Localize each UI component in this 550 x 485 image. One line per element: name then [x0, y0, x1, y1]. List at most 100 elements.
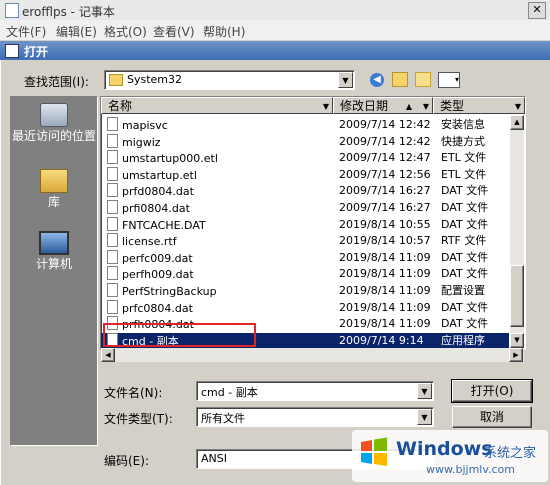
column-dropdown-icon[interactable]: ▼: [423, 98, 429, 115]
file-type: ETL 文件: [441, 167, 487, 181]
file-name-text: FNTCACHE.DAT: [122, 218, 206, 232]
file-type: 配置设置: [441, 284, 485, 297]
recent-places-icon: [40, 103, 68, 127]
file-row[interactable]: FNTCACHE.DAT 2019/8/14 10:55 DAT 文件: [101, 216, 509, 234]
dialog-titlebar: 打开: [0, 41, 550, 60]
dialog-icon: [5, 44, 19, 58]
file-type: 安装信息: [441, 118, 485, 131]
folder-icon: [109, 74, 123, 86]
view-menu-icon[interactable]: ▾: [438, 72, 460, 88]
menu-format[interactable]: 格式(O): [104, 23, 147, 40]
file-name: umstartup000.etl: [107, 150, 218, 167]
file-name: umstartup.etl: [107, 166, 197, 184]
column-header-date[interactable]: 修改日期 ▲ ▼: [333, 97, 433, 114]
file-date: 2019/8/14 10:55: [339, 217, 431, 231]
file-row[interactable]: perfc009.dat 2019/8/14 11:09 DAT 文件: [101, 249, 509, 267]
file-row[interactable]: prfi0804.dat 2009/7/14 16:27 DAT 文件: [101, 200, 509, 217]
up-folder-icon[interactable]: [392, 72, 408, 87]
filename-label: 文件名(N):: [104, 386, 163, 400]
file-date: 2009/7/14 12:47: [339, 151, 431, 165]
scroll-up-icon[interactable]: ▲: [510, 115, 524, 130]
file-date: 2009/7/14 12:42: [339, 118, 431, 131]
file-icon: [107, 200, 118, 214]
file-name-text: prfc0804.dat: [122, 301, 193, 315]
place-recent[interactable]: 最近访问的位置: [11, 103, 97, 143]
file-date: 2019/8/14 11:09: [339, 317, 431, 331]
file-icon: [107, 216, 118, 231]
scroll-thumb[interactable]: [510, 265, 524, 327]
look-in-value: System32: [127, 73, 183, 86]
file-row[interactable]: umstartup000.etl 2009/7/14 12:47 ETL 文件: [101, 150, 509, 167]
menu-file[interactable]: 文件(F): [6, 23, 46, 40]
file-name-text: prfi0804.dat: [122, 202, 190, 215]
watermark-brand: Windows: [396, 438, 493, 460]
column-dropdown-icon[interactable]: ▼: [515, 98, 521, 115]
file-row[interactable]: license.rtf 2019/8/14 10:57 RTF 文件: [101, 233, 509, 250]
file-date: 2009/7/14 16:27: [339, 201, 431, 214]
file-row[interactable]: PerfStringBackup 2019/8/14 11:09 配置设置: [101, 283, 509, 300]
chevron-down-icon[interactable]: ▼: [338, 72, 353, 88]
file-icon: [107, 150, 118, 165]
file-icon: [107, 166, 118, 181]
scroll-down-icon[interactable]: ▼: [510, 333, 524, 348]
file-row[interactable]: perfh009.dat 2019/8/14 11:09 DAT 文件: [101, 266, 509, 283]
file-name-text: license.rtf: [122, 235, 177, 249]
chevron-down-icon[interactable]: ▼: [417, 409, 432, 425]
file-row[interactable]: migwiz 2009/7/14 12:42 快捷方式: [101, 133, 509, 151]
file-name-text: perfc009.dat: [122, 251, 193, 265]
file-icon: [107, 283, 118, 297]
file-name: mapisvc: [107, 117, 168, 134]
dialog-title: 打开: [24, 45, 49, 59]
column-dropdown-icon[interactable]: ▼: [323, 98, 329, 115]
menu-help[interactable]: 帮助(H): [203, 23, 245, 40]
close-icon[interactable]: ✕: [528, 2, 546, 19]
file-type: DAT 文件: [441, 250, 489, 264]
watermark-url: www.bjjmlv.com: [426, 463, 515, 476]
cancel-button[interactable]: 取消: [452, 406, 532, 428]
scroll-left-icon[interactable]: ◀: [101, 348, 115, 362]
filename-input[interactable]: cmd - 副本 ▼: [196, 381, 434, 401]
file-row[interactable]: mapisvc 2009/7/14 12:42 安装信息: [101, 117, 509, 134]
file-date: 2009/7/14 16:27: [339, 184, 431, 198]
chevron-down-icon[interactable]: ▼: [417, 383, 432, 399]
notepad-titlebar: erofflps - 记事本 ✕: [0, 0, 550, 21]
file-date: 2009/7/14 12:56: [339, 167, 431, 181]
file-name: FNTCACHE.DAT: [107, 216, 206, 234]
place-libraries[interactable]: 库: [11, 169, 97, 209]
horizontal-scrollbar[interactable]: ◀ ▶: [101, 348, 524, 362]
file-name: prfi0804.dat: [107, 200, 190, 217]
encoding-value: ANSI: [201, 452, 227, 465]
column-header-name[interactable]: 名称 ▼: [101, 97, 333, 114]
file-icon: [107, 117, 118, 131]
back-icon[interactable]: ◀: [370, 73, 384, 87]
place-computer-label: 计算机: [35, 257, 72, 271]
place-computer[interactable]: 计算机: [11, 231, 97, 271]
file-row[interactable]: prfd0804.dat 2009/7/14 16:27 DAT 文件: [101, 183, 509, 200]
places-bar: 最近访问的位置 库 计算机: [10, 96, 98, 446]
scroll-right-icon[interactable]: ▶: [509, 348, 523, 362]
file-name: prfc0804.dat: [107, 299, 193, 317]
look-in-combo[interactable]: System32 ▼: [104, 70, 355, 90]
file-type: DAT 文件: [441, 300, 489, 314]
file-row[interactable]: prfc0804.dat 2019/8/14 11:09 DAT 文件: [101, 299, 509, 317]
column-header-type[interactable]: 类型 ▼: [433, 97, 525, 114]
file-list[interactable]: 名称 ▼ 修改日期 ▲ ▼ 类型 ▼ mapisvc 2009/7/14 12:4…: [100, 96, 526, 350]
filetype-value: 所有文件: [201, 412, 245, 425]
sort-ascending-icon: ▲: [405, 102, 412, 111]
file-type: DAT 文件: [441, 184, 489, 198]
notepad-menubar: 文件(F) 编辑(E) 格式(O) 查看(V) 帮助(H): [0, 20, 550, 40]
new-folder-icon[interactable]: [415, 72, 431, 87]
filetype-select[interactable]: 所有文件 ▼: [196, 407, 434, 427]
computer-icon: [39, 231, 69, 255]
menu-view[interactable]: 查看(V): [153, 23, 195, 40]
file-date: 2019/8/14 11:09: [339, 284, 431, 297]
vertical-scrollbar[interactable]: ▲ ▼: [510, 115, 524, 349]
file-type: DAT 文件: [441, 217, 489, 231]
column-name-label: 名称: [108, 99, 133, 113]
file-name-text: prfd0804.dat: [122, 185, 194, 199]
file-name-text: perfh009.dat: [122, 268, 194, 282]
open-button-label: 打开(O): [470, 384, 514, 398]
open-button[interactable]: 打开(O): [451, 379, 533, 403]
file-row[interactable]: umstartup.etl 2009/7/14 12:56 ETL 文件: [101, 166, 509, 184]
menu-edit[interactable]: 编辑(E): [56, 23, 97, 40]
